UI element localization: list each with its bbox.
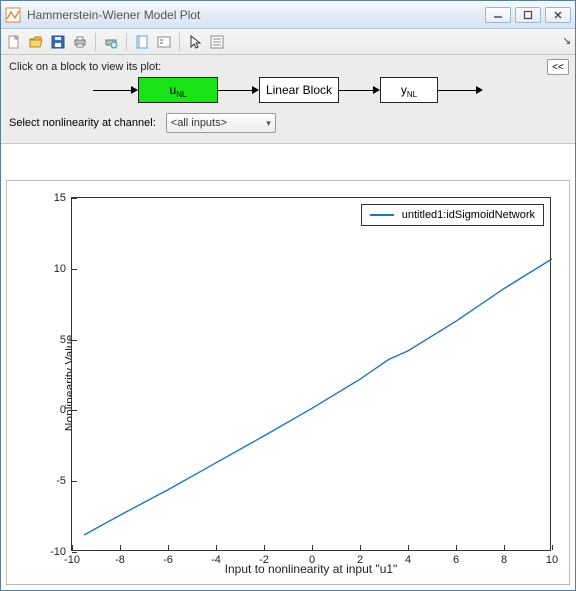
new-file-icon[interactable]	[5, 33, 23, 51]
minimize-button[interactable]	[485, 7, 511, 23]
x-axis-label: Input to nonlinearity at input "u1"	[71, 562, 551, 576]
arrow-mid1	[218, 86, 259, 94]
channel-select-row: Select nonlinearity at channel: <all inp…	[9, 113, 567, 133]
legend-toggle-icon[interactable]	[155, 33, 173, 51]
toolbar-separator	[95, 33, 96, 51]
block-linear[interactable]: Linear Block	[259, 77, 339, 103]
app-icon	[5, 7, 21, 23]
y-tick-label: 0	[60, 404, 72, 416]
toolbar-separator	[126, 33, 127, 51]
close-button[interactable]	[545, 7, 571, 23]
y-tick-label: -5	[56, 475, 72, 487]
block-diagram: uNL Linear Block yNL	[9, 77, 567, 103]
print-preview-icon[interactable]	[102, 33, 120, 51]
chevron-down-icon: ▾	[266, 118, 271, 129]
window-title: Hammerstein-Wiener Model Plot	[27, 8, 485, 22]
window-buttons	[485, 7, 571, 23]
channel-select-value: <all inputs>	[171, 117, 227, 129]
print-icon[interactable]	[71, 33, 89, 51]
legend-label: untitled1:idSigmoidNetwork	[402, 209, 535, 221]
y-tick-label: 5	[60, 334, 72, 346]
legend-swatch	[370, 214, 394, 216]
arrow-out	[438, 86, 483, 94]
open-file-icon[interactable]	[27, 33, 45, 51]
legend[interactable]: untitled1:idSigmoidNetwork	[361, 204, 544, 226]
tile-icon[interactable]	[133, 33, 151, 51]
y-tick-label: 15	[54, 192, 72, 204]
block-u-nl[interactable]: uNL	[138, 77, 218, 103]
toolbar-separator	[179, 33, 180, 51]
save-icon[interactable]	[49, 33, 67, 51]
arrow-in	[93, 86, 138, 94]
maximize-button[interactable]	[515, 7, 541, 23]
titlebar: Hammerstein-Wiener Model Plot	[1, 1, 575, 29]
plot-frame: Nonlinearity Value untitled1:idSigmoidNe…	[6, 180, 570, 585]
y-tick-label: 10	[54, 263, 72, 275]
panel-hint: Click on a block to view its plot:	[9, 61, 567, 73]
block-y-nl[interactable]: yNL	[380, 77, 438, 103]
arrow-mid2	[339, 86, 380, 94]
properties-icon[interactable]	[208, 33, 226, 51]
pointer-icon[interactable]	[186, 33, 204, 51]
block-linear-label: Linear Block	[266, 83, 332, 97]
block-y-nl-label: yNL	[401, 83, 417, 97]
block-u-nl-label: uNL	[170, 83, 187, 97]
channel-select[interactable]: <all inputs> ▾	[166, 113, 276, 133]
channel-select-label: Select nonlinearity at channel:	[9, 117, 156, 129]
collapse-button[interactable]: <<	[547, 59, 569, 75]
toolbar-gripper-icon: ↘	[563, 36, 571, 47]
toolbar: ↘	[1, 29, 575, 55]
plot-area[interactable]: untitled1:idSigmoidNetwork -10-5051015-1…	[71, 197, 551, 551]
block-panel: Click on a block to view its plot: << uN…	[1, 55, 575, 144]
plot-line-svg	[72, 198, 552, 552]
